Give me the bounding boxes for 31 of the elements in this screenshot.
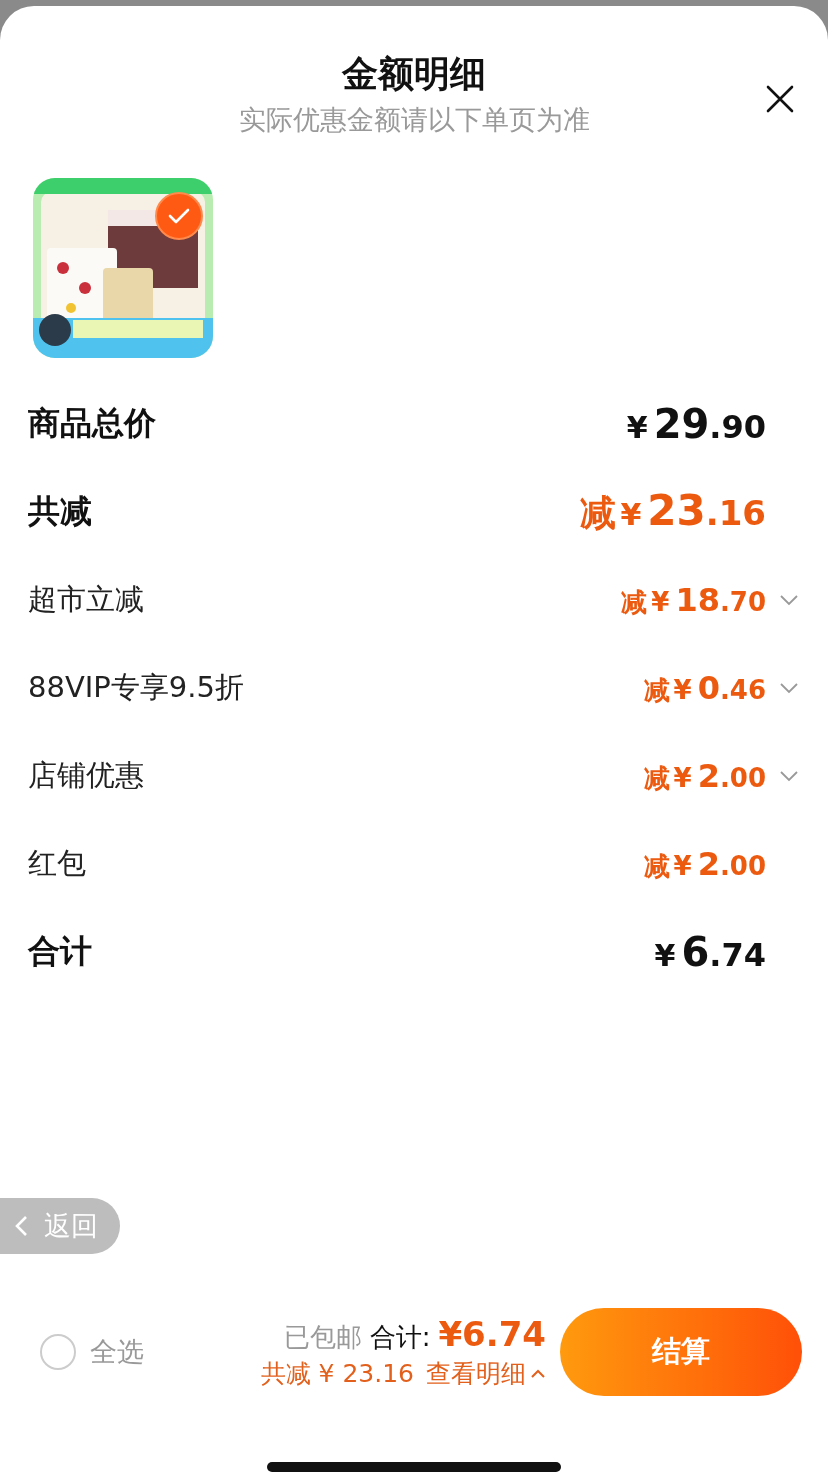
row-label: 共减 <box>28 491 92 532</box>
row-label: 店铺优惠 <box>28 757 144 794</box>
sheet-title: 金额明细 <box>340 52 487 96</box>
row-label: 红包 <box>28 845 86 882</box>
row-label: 商品总价 <box>28 403 156 444</box>
amount: 减¥ 2.00 <box>643 844 766 884</box>
chevron-left-icon <box>14 1215 28 1237</box>
shipping-note: 已包邮 <box>283 1321 362 1354</box>
amount: 减¥ 18.70 <box>621 580 766 620</box>
chevron-up-icon <box>530 1368 546 1379</box>
amount: 减¥ 0.46 <box>643 668 766 708</box>
view-details-link[interactable]: 查看明细 <box>426 1357 546 1390</box>
amount: ¥6.74 <box>654 929 766 975</box>
row-label: 合计 <box>28 931 92 972</box>
select-all-label: 全选 <box>90 1335 144 1369</box>
amount: 减¥ 2.00 <box>643 756 766 796</box>
amount: ¥29.90 <box>626 401 766 447</box>
chevron-down-icon[interactable] <box>780 594 798 606</box>
row-label: 88VIP专享9.5折 <box>28 669 244 706</box>
chevron-down-icon[interactable] <box>780 682 798 694</box>
back-button[interactable]: 返回 <box>0 1198 120 1254</box>
total-amount: ¥6.74 <box>438 1314 546 1354</box>
chevron-down-icon[interactable] <box>780 770 798 782</box>
saving-amount: 共减 ¥ 23.16 <box>260 1358 414 1390</box>
amount: 减¥23.16 <box>580 486 766 537</box>
row-label: 超市立减 <box>28 581 144 618</box>
total-label: 合计: <box>369 1321 431 1354</box>
select-all-checkbox[interactable] <box>40 1334 76 1370</box>
sheet-subtitle: 实际优惠金额请以下单页为准 <box>238 103 590 137</box>
close-icon[interactable] <box>766 85 794 113</box>
checkout-button[interactable]: 结算 <box>560 1308 802 1396</box>
